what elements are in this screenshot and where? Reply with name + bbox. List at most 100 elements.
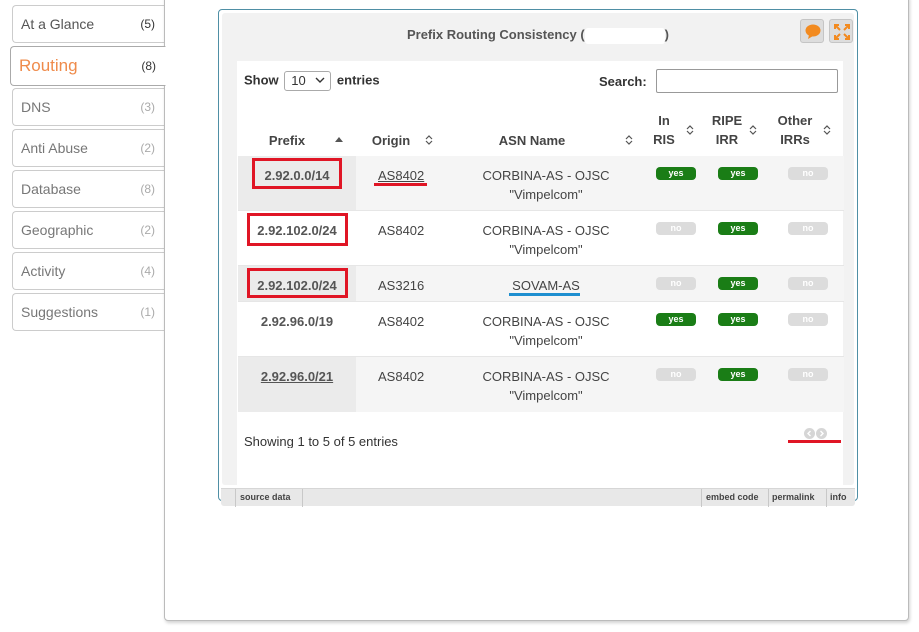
- origin-text: AS8402: [378, 223, 425, 238]
- asn-name: CORBINA-AS - OJSC "Vimpelcom": [450, 166, 642, 204]
- permalink-link[interactable]: permalink: [772, 492, 815, 502]
- prefix-text: 2.92.102.0/24: [257, 223, 337, 238]
- tab-count: (3): [140, 100, 155, 114]
- table-row[interactable]: 2.92.102.0/24 AS8402 CORBINA-AS - OJSC "…: [238, 211, 844, 266]
- asn-name-line: "Vimpelcom": [509, 333, 583, 348]
- prefix-column-bg: [238, 357, 356, 412]
- other-irrs-badge: no: [788, 167, 828, 180]
- prefix-routing-widget: Prefix Routing Consistency () Show 10 en…: [218, 9, 858, 507]
- column-header-origin[interactable]: Origin: [362, 131, 420, 150]
- column-header-other-irrs[interactable]: Other IRRs: [771, 111, 819, 149]
- origin-text: AS3216: [378, 278, 425, 293]
- page-size-select[interactable]: 10: [284, 71, 332, 91]
- column-header-label: RIS: [653, 132, 675, 147]
- sort-both-icon: [625, 135, 633, 145]
- origin-link[interactable]: AS8402: [378, 168, 424, 183]
- asn-name-line: CORBINA-AS - OJSC: [482, 369, 610, 384]
- table-row[interactable]: 2.92.102.0/24 AS3216 SOVAM-AS no yes no: [238, 266, 844, 302]
- sort-both-icon: [686, 125, 694, 135]
- other-irrs-badge: no: [788, 368, 828, 381]
- in-ris-badge: no: [656, 222, 696, 235]
- widget-title-text: Prefix Routing Consistency (: [406, 27, 585, 42]
- page-length-control: Show 10 entries: [244, 71, 380, 91]
- tab-geographic[interactable]: Geographic (2): [12, 211, 164, 249]
- column-header-label: IRR: [715, 132, 739, 147]
- table-row[interactable]: 2.92.96.0/21 AS8402 CORBINA-AS - OJSC "V…: [238, 357, 844, 412]
- page-size-value: 10: [291, 73, 306, 88]
- divider: [826, 489, 827, 507]
- tab-routing[interactable]: Routing (8): [10, 46, 166, 86]
- tab-database[interactable]: Database (8): [12, 170, 164, 208]
- asn-name: CORBINA-AS - OJSC "Vimpelcom": [450, 221, 642, 259]
- redacted-resource: [584, 27, 665, 44]
- table-row[interactable]: 2.92.0.0/14 AS8402 CORBINA-AS - OJSC "Vi…: [238, 156, 844, 211]
- column-header-asn-name[interactable]: ASN Name: [482, 131, 582, 150]
- table-info: Showing 1 to 5 of 5 entries: [244, 434, 398, 449]
- column-header-label: Prefix: [268, 133, 306, 148]
- widget-title-suffix: ): [664, 27, 670, 42]
- embed-code-link[interactable]: embed code: [706, 492, 759, 502]
- tab-label: At a Glance: [21, 16, 95, 32]
- fullscreen-icon: [834, 24, 850, 40]
- in-ris-badge: yes: [656, 167, 696, 180]
- in-ris-badge: no: [656, 277, 696, 290]
- table-row[interactable]: 2.92.96.0/19 AS8402 CORBINA-AS - OJSC "V…: [238, 302, 844, 357]
- in-ris-badge: no: [656, 368, 696, 381]
- asn-name: CORBINA-AS - OJSC "Vimpelcom": [450, 312, 642, 350]
- asn-name-line: "Vimpelcom": [509, 187, 583, 202]
- ripe-irr-badge: yes: [718, 167, 758, 180]
- tab-count: (8): [140, 182, 155, 196]
- feedback-button[interactable]: [800, 19, 824, 43]
- prefix-column-bg: [238, 156, 356, 210]
- entries-label: entries: [336, 72, 380, 88]
- table-footer-strip: [244, 448, 602, 486]
- origin-text: AS8402: [378, 369, 425, 384]
- source-data-link[interactable]: source data: [240, 492, 291, 502]
- tab-count: (5): [140, 17, 155, 31]
- ripe-irr-badge: yes: [718, 313, 758, 326]
- tab-suggestions[interactable]: Suggestions (1): [12, 293, 164, 331]
- prefix-link[interactable]: 2.92.96.0/21: [238, 369, 356, 384]
- divider: [235, 489, 236, 507]
- tab-at-a-glance[interactable]: At a Glance (5): [12, 5, 164, 43]
- origin-text: AS8402: [378, 314, 425, 329]
- tab-label: Activity: [21, 263, 66, 279]
- other-irrs-badge: no: [788, 313, 828, 326]
- highlight-underline: [374, 183, 427, 186]
- pager-next-icon[interactable]: [816, 428, 827, 439]
- widget-body: Prefix Routing Consistency () Show 10 en…: [222, 13, 854, 486]
- column-header-label: ASN Name: [498, 133, 566, 148]
- tab-anti-abuse[interactable]: Anti Abuse (2): [12, 129, 164, 167]
- column-header-prefix[interactable]: Prefix: [238, 131, 336, 150]
- column-header-label: RIPE: [711, 113, 743, 128]
- pager-prev-icon[interactable]: [804, 428, 815, 439]
- asn-name-line: CORBINA-AS - OJSC: [482, 223, 610, 238]
- info-link[interactable]: info: [830, 492, 847, 502]
- column-header-label: IRRs: [780, 132, 810, 147]
- other-irrs-badge: no: [788, 222, 828, 235]
- tab-label: Database: [21, 181, 81, 197]
- in-ris-badge: yes: [656, 313, 696, 326]
- prefix-text: 2.92.96.0/19: [260, 314, 334, 329]
- other-irrs-badge: no: [788, 277, 828, 290]
- search-label: Search:: [599, 74, 647, 89]
- ripe-irr-badge: yes: [718, 277, 758, 290]
- column-header-in-ris[interactable]: In RIS: [644, 111, 684, 149]
- ripe-irr-badge: yes: [718, 222, 758, 235]
- column-header-label: Origin: [371, 133, 411, 148]
- tab-dns[interactable]: DNS (3): [12, 88, 164, 126]
- highlight-underline: [788, 440, 841, 443]
- search-input[interactable]: [656, 69, 838, 93]
- sort-asc-icon: [335, 137, 343, 142]
- show-label: Show: [244, 72, 279, 88]
- column-header-ripe-irr[interactable]: RIPE IRR: [705, 111, 749, 149]
- tab-count: (2): [140, 223, 155, 237]
- feedback-icon: [805, 24, 821, 39]
- divider: [768, 489, 769, 507]
- tab-label: Geographic: [21, 222, 94, 238]
- prefix-link[interactable]: 2.92.0.0/14: [238, 168, 356, 183]
- tab-activity[interactable]: Activity (4): [12, 252, 164, 290]
- fullscreen-button[interactable]: [829, 19, 853, 43]
- widget-footer: source data embed code permalink info: [221, 488, 855, 507]
- asn-name-line: "Vimpelcom": [509, 388, 583, 403]
